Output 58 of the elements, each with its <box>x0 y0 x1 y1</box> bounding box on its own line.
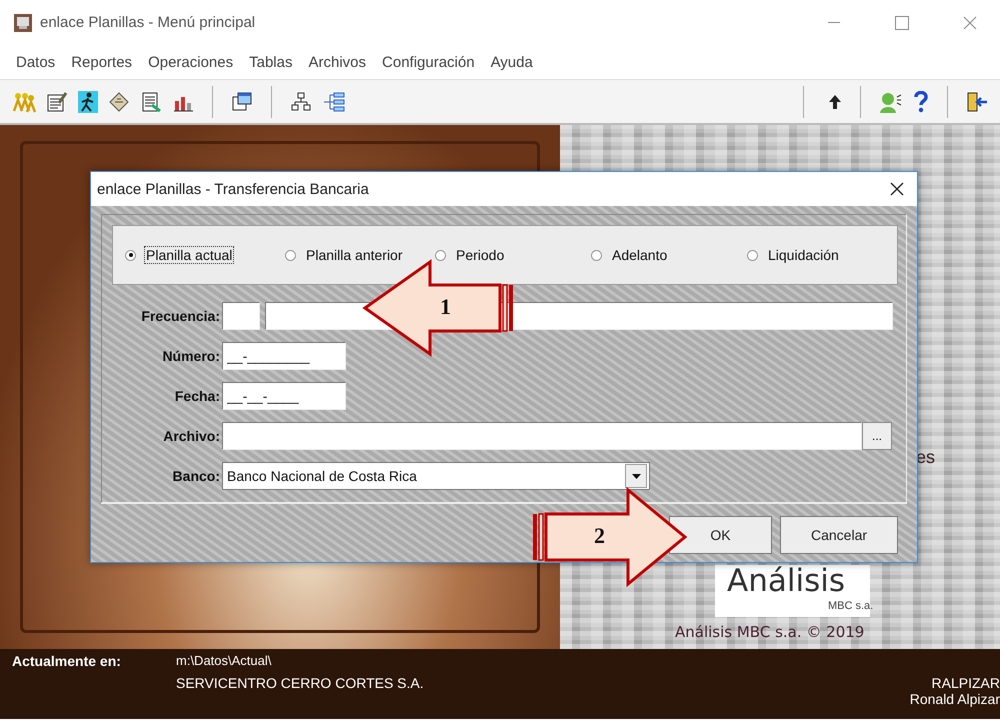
radio-button[interactable] <box>591 250 602 260</box>
menu-item[interactable]: Configuración <box>374 50 483 74</box>
field-label: Frecuencia: <box>140 308 221 324</box>
browse-button[interactable]: ... <box>862 422 892 450</box>
hierarchy-icon[interactable] <box>290 90 312 112</box>
cancel-button[interactable]: Cancelar <box>780 516 898 554</box>
field-label: Número: <box>161 348 221 364</box>
radio-button[interactable] <box>285 250 296 260</box>
window-icon[interactable] <box>231 90 253 112</box>
option-label[interactable]: Periodo <box>454 246 506 264</box>
step-number: 1 <box>440 294 451 320</box>
masked-input-field[interactable]: __-__-____ <box>222 382 346 410</box>
running-figure-icon[interactable] <box>78 90 98 112</box>
flow-icon[interactable] <box>322 90 346 112</box>
logo-text: Análisis <box>727 563 845 599</box>
option-label[interactable]: Planilla anterior <box>304 246 404 264</box>
menu-item[interactable]: Operaciones <box>140 50 242 74</box>
radio-button[interactable] <box>125 250 136 260</box>
option-label[interactable]: Planilla actual <box>144 246 234 264</box>
menu-item[interactable]: Datos <box>8 50 64 74</box>
window-title: enlace Planillas - Menú principal <box>40 14 256 31</box>
radio-button[interactable] <box>435 250 446 260</box>
menu-item[interactable]: Reportes <box>63 50 140 74</box>
dialog-title: enlace Planillas - Transferencia Bancaria <box>97 180 370 198</box>
help-icon[interactable] <box>913 90 929 112</box>
file-path-field[interactable] <box>222 422 862 450</box>
masked-input-field[interactable]: __-________ <box>222 342 346 370</box>
option-label[interactable]: Adelanto <box>610 246 670 264</box>
ok-button[interactable]: OK <box>669 516 772 554</box>
app-icon <box>14 14 32 32</box>
close-icon <box>963 16 977 30</box>
menu-item[interactable]: Tablas <box>241 50 300 74</box>
step-number: 2 <box>594 523 605 549</box>
dropdown-caret-icon <box>632 474 640 478</box>
user-name: Ronald Alpizar <box>910 691 1000 707</box>
user-code: RALPIZAR <box>932 675 1000 691</box>
copyright-text: Análisis MBC s.a. © 2019 <box>675 623 864 641</box>
document-icon[interactable] <box>140 90 162 112</box>
company-name: SERVICENTRO CERRO CORTES S.A. <box>175 675 425 693</box>
radio-button[interactable] <box>747 250 758 260</box>
maximize-icon <box>895 16 909 30</box>
field-label: Banco: <box>172 468 221 484</box>
form-icon[interactable] <box>46 90 68 112</box>
close-icon <box>890 182 904 196</box>
menu-item[interactable]: Archivos <box>300 50 374 74</box>
field-label: Archivo: <box>162 428 221 444</box>
option-label[interactable]: Liquidación <box>766 246 841 264</box>
field-label: Fecha: <box>174 388 221 404</box>
up-arrow-icon[interactable] <box>828 94 842 110</box>
bank-dropdown[interactable]: Banco Nacional de Costa Rica <box>222 462 650 490</box>
code-field[interactable] <box>222 302 260 330</box>
person-icon[interactable] <box>879 90 903 112</box>
minimize-icon <box>828 22 840 24</box>
menu-item[interactable]: Ayuda <box>482 50 541 74</box>
exit-door-icon[interactable] <box>966 90 988 112</box>
logo-subtitle: MBC s.a. <box>828 600 874 612</box>
current-path: m:\Datos\Actual\ <box>175 653 272 670</box>
status-label: Actualmente en: <box>12 653 122 671</box>
